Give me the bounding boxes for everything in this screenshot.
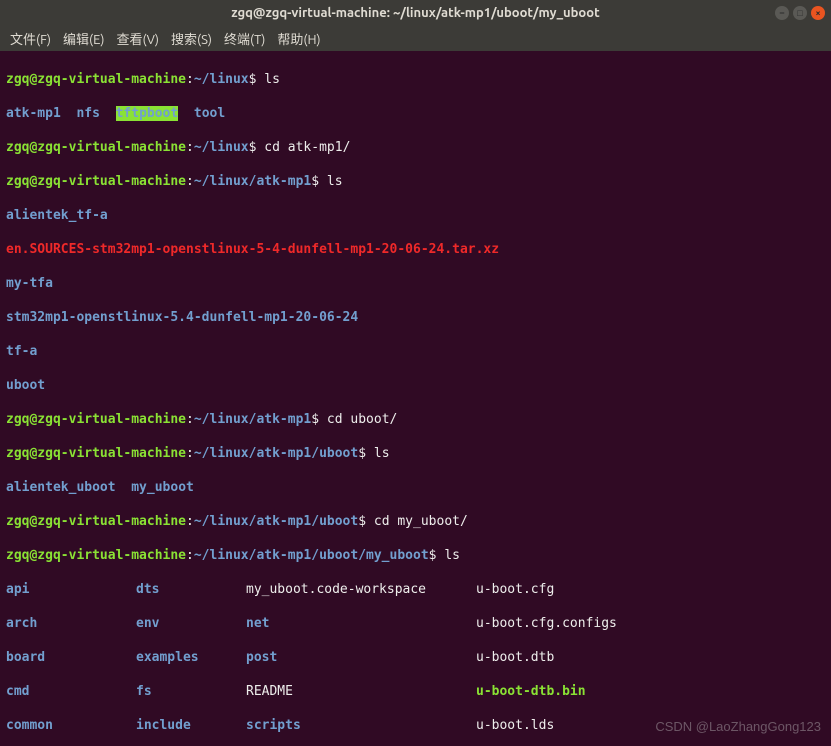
window-title: zgq@zgq-virtual-machine: ~/linux/atk-mp1… bbox=[231, 6, 599, 20]
ls-dir: atk-mp1 bbox=[6, 106, 61, 121]
ls-row: cmdfsREADMEu-boot-dtb.bin bbox=[6, 683, 825, 700]
ls-row: archenvnetu-boot.cfg.configs bbox=[6, 615, 825, 632]
ls-dir: nfs bbox=[76, 106, 99, 121]
ls-dir-hl: tftpboot bbox=[116, 106, 179, 121]
prompt-user: zgq@zgq-virtual-machine bbox=[6, 72, 186, 87]
ls-item: uboot bbox=[6, 377, 825, 394]
terminal-body[interactable]: zgq@zgq-virtual-machine:~/linux$ ls atk-… bbox=[0, 51, 831, 746]
window-controls: – □ × bbox=[775, 6, 825, 20]
menu-search[interactable]: 搜索(S) bbox=[167, 27, 216, 50]
ls-dir: my_uboot bbox=[131, 480, 194, 495]
cmd-ls: ls bbox=[264, 72, 280, 87]
ls-row: apidtsmy_uboot.code-workspaceu-boot.cfg bbox=[6, 581, 825, 598]
menubar: 文件(F) 编辑(E) 查看(V) 搜索(S) 终端(T) 帮助(H) bbox=[0, 26, 831, 51]
titlebar: zgq@zgq-virtual-machine: ~/linux/atk-mp1… bbox=[0, 0, 831, 26]
close-button[interactable]: × bbox=[811, 6, 825, 20]
menu-edit[interactable]: 编辑(E) bbox=[59, 27, 108, 50]
ls-dir: tool bbox=[194, 106, 225, 121]
cmd-cd: cd my_uboot/ bbox=[374, 514, 468, 529]
ls-item: stm32mp1-openstlinux-5.4-dunfell-mp1-20-… bbox=[6, 309, 825, 326]
cmd-cd: cd uboot/ bbox=[327, 412, 397, 427]
ls-dir: alientek_uboot bbox=[6, 480, 116, 495]
prompt-path: ~/linux bbox=[194, 72, 249, 87]
menu-file[interactable]: 文件(F) bbox=[6, 27, 55, 50]
ls-item: tf-a bbox=[6, 343, 825, 360]
ls-item: alientek_tf-a bbox=[6, 207, 825, 224]
watermark: CSDN @LaoZhangGong123 bbox=[655, 719, 821, 734]
ls-item: my-tfa bbox=[6, 275, 825, 292]
menu-help[interactable]: 帮助(H) bbox=[273, 27, 324, 50]
minimize-button[interactable]: – bbox=[775, 6, 789, 20]
menu-view[interactable]: 查看(V) bbox=[113, 27, 163, 50]
ls-item-archive: en.SOURCES-stm32mp1-openstlinux-5-4-dunf… bbox=[6, 241, 825, 258]
menu-terminal[interactable]: 终端(T) bbox=[220, 27, 269, 50]
cmd-cd: cd atk-mp1/ bbox=[264, 140, 350, 155]
ls-row: boardexamplespostu-boot.dtb bbox=[6, 649, 825, 666]
maximize-button[interactable]: □ bbox=[793, 6, 807, 20]
